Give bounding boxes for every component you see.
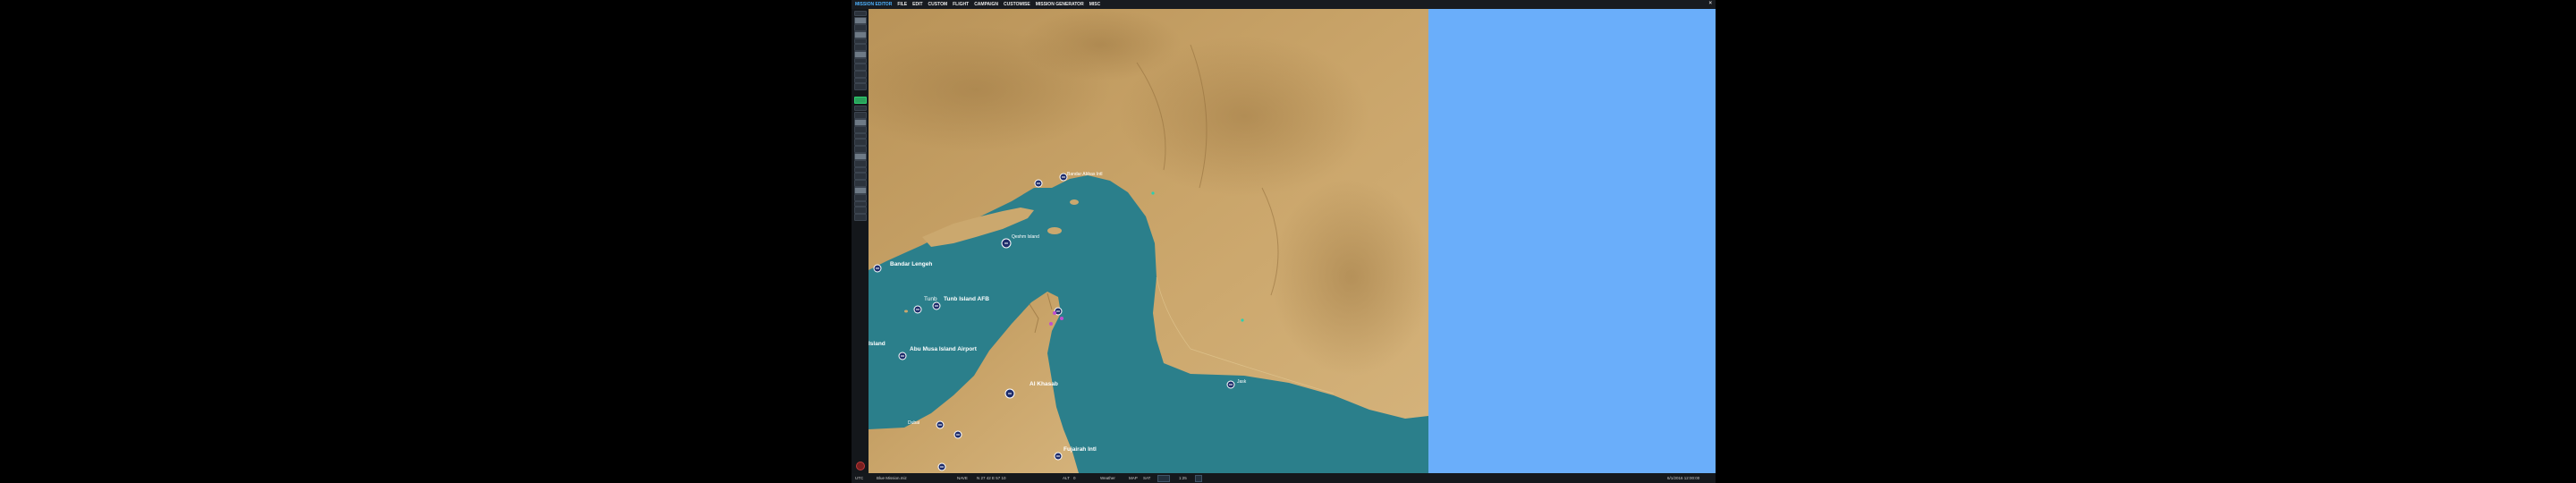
status-mode: NAVE bbox=[957, 476, 968, 480]
airfield-marker bbox=[1226, 380, 1235, 389]
status-scenario: Blue Mission.miz bbox=[877, 476, 907, 480]
tool-button[interactable] bbox=[854, 64, 867, 71]
tool-button[interactable] bbox=[854, 207, 867, 214]
tool-button[interactable] bbox=[854, 17, 867, 24]
unit-marker bbox=[1060, 317, 1063, 320]
label-dubai: Dubai bbox=[908, 420, 919, 426]
status-bar: UTC Blue Mission.miz NAVE N 27 42 E 57 1… bbox=[852, 473, 1716, 483]
airfield-marker bbox=[937, 462, 946, 471]
tool-button[interactable] bbox=[854, 44, 867, 51]
left-toolbar bbox=[852, 9, 869, 474]
map-ocean-extent[interactable] bbox=[1428, 9, 1716, 473]
tool-button[interactable] bbox=[854, 24, 867, 31]
label-island-left: Island bbox=[869, 341, 886, 347]
label-bandar-lengeh: Bandar Lengeh bbox=[890, 261, 932, 267]
menu-misc[interactable]: MISC bbox=[1089, 2, 1101, 7]
label-qeshm: Qeshm Island bbox=[1012, 234, 1039, 240]
status-alt-label: ALT bbox=[1063, 476, 1070, 480]
airfield-marker bbox=[1004, 388, 1015, 399]
map-mode-button[interactable]: MAP bbox=[1129, 476, 1138, 480]
tool-button[interactable] bbox=[854, 146, 867, 153]
record-icon[interactable] bbox=[856, 462, 865, 470]
airfield-marker bbox=[936, 420, 945, 429]
tool-button[interactable] bbox=[854, 160, 867, 167]
tool-button[interactable] bbox=[854, 119, 867, 126]
airfield-marker bbox=[1001, 238, 1012, 249]
menu-bar: MISSION EDITOR FILE EDIT CUSTOM FLIGHT C… bbox=[852, 0, 1716, 9]
menu-custom[interactable]: CUSTOM bbox=[928, 2, 948, 7]
tool-button[interactable] bbox=[854, 126, 867, 133]
airfield-marker bbox=[953, 430, 962, 439]
menu-mission-generator[interactable]: MISSION GENERATOR bbox=[1036, 2, 1084, 7]
unit-marker bbox=[1151, 191, 1155, 195]
tool-button[interactable] bbox=[854, 11, 867, 16]
tool-button[interactable] bbox=[854, 112, 867, 119]
label-al-khasab: Al Khasab bbox=[1030, 381, 1058, 387]
view-toggle[interactable] bbox=[1157, 475, 1170, 482]
tool-button[interactable] bbox=[854, 153, 867, 160]
menu-edit[interactable]: EDIT bbox=[912, 2, 922, 7]
app-title: MISSION EDITOR bbox=[855, 2, 893, 7]
tool-button[interactable] bbox=[854, 83, 867, 90]
tool-button[interactable] bbox=[854, 187, 867, 194]
weather-button[interactable]: Weather bbox=[1100, 476, 1115, 480]
unit-marker bbox=[1049, 322, 1053, 326]
unit-marker bbox=[1053, 311, 1056, 315]
label-tunb: Tunb bbox=[924, 296, 937, 302]
tool-button[interactable] bbox=[854, 31, 867, 38]
menu-campaign[interactable]: CAMPAIGN bbox=[974, 2, 998, 7]
label-abu-musa: Abu Musa Island Airport bbox=[910, 346, 978, 352]
tool-button[interactable] bbox=[854, 180, 867, 187]
menu-file[interactable]: FILE bbox=[897, 2, 907, 7]
airfield-marker bbox=[913, 305, 922, 314]
airfield-marker bbox=[1054, 452, 1063, 461]
tool-button[interactable] bbox=[854, 71, 867, 78]
menu-customise[interactable]: CUSTOMISE bbox=[1004, 2, 1030, 7]
status-utc: UTC bbox=[855, 476, 864, 480]
tool-button[interactable] bbox=[854, 106, 867, 111]
airfield-marker bbox=[873, 264, 882, 273]
tool-button[interactable] bbox=[854, 173, 867, 180]
status-time: 6/1/2016 12:00:00 bbox=[1667, 476, 1700, 480]
airfield-marker bbox=[932, 301, 941, 310]
status-alt-value: 0 bbox=[1073, 476, 1076, 480]
label-tunb-island: Tunb Island AFB bbox=[944, 296, 989, 302]
zoom-level: 1:25 bbox=[1179, 476, 1187, 480]
label-fujairah: Fujairah Intl bbox=[1063, 446, 1097, 453]
airfield-marker bbox=[898, 352, 907, 360]
label-bandar-abbas: Bandar Abbas Intl bbox=[1067, 172, 1102, 177]
tool-button[interactable] bbox=[854, 194, 867, 201]
status-coords: N 27 42 E 57 10 bbox=[977, 476, 1006, 480]
unit-marker bbox=[1241, 318, 1244, 322]
menu-flight[interactable]: FLIGHT bbox=[953, 2, 969, 7]
tool-button[interactable] bbox=[854, 214, 867, 221]
zoom-stepper[interactable] bbox=[1195, 475, 1202, 482]
tool-button[interactable] bbox=[854, 139, 867, 146]
label-jask: Jask bbox=[1237, 379, 1247, 385]
sat-mode-button[interactable]: SAT bbox=[1143, 476, 1150, 480]
airfield-marker bbox=[1059, 173, 1068, 182]
active-tool-button[interactable] bbox=[854, 97, 867, 104]
tool-button[interactable] bbox=[854, 51, 867, 58]
map-view[interactable]: Bandar Lengeh Tunb Island AFB Tunb Abu M… bbox=[869, 9, 1428, 473]
airfield-marker bbox=[1034, 179, 1043, 188]
close-icon[interactable]: × bbox=[1708, 1, 1712, 6]
mission-editor-window: MISSION EDITOR FILE EDIT CUSTOM FLIGHT C… bbox=[852, 0, 1716, 483]
